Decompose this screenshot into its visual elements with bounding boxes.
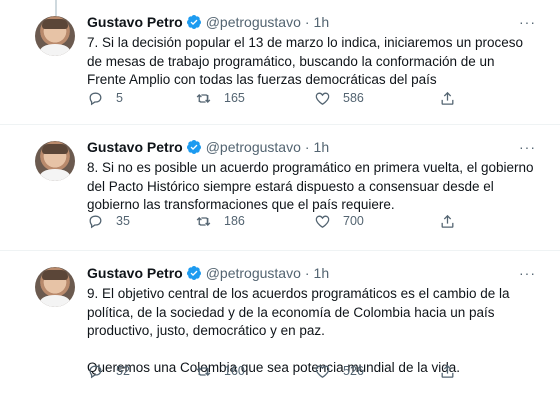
reply-button[interactable]: 35 <box>87 213 130 230</box>
retweet-icon <box>196 366 211 376</box>
tweet-paragraph: 8. Si no es posible un acuerdo programát… <box>87 160 534 213</box>
author-name[interactable]: Gustavo Petro <box>87 265 183 281</box>
verified-badge-icon <box>186 266 201 280</box>
reply-count: 52 <box>116 364 130 378</box>
heart-icon <box>315 215 330 228</box>
reply-bubble-icon <box>89 92 102 105</box>
tweet-timestamp[interactable]: 1h <box>314 14 330 30</box>
tweet[interactable]: Gustavo Petro @petrogustavo · 1h 8. Si n… <box>0 125 560 251</box>
separator-dot: · <box>304 14 310 30</box>
retweet-button[interactable]: 160 <box>195 363 245 380</box>
like-count: 586 <box>343 91 364 105</box>
like-button[interactable]: 700 <box>314 213 364 230</box>
reply-bubble-icon <box>89 365 102 378</box>
like-button[interactable]: 526 <box>314 363 364 380</box>
retweet-count: 160 <box>224 364 245 378</box>
share-icon <box>441 91 454 105</box>
share-button[interactable] <box>439 363 456 380</box>
more-options-icon[interactable]: ··· <box>519 264 536 282</box>
tweet-text: 9. El objetivo central de los acuerdos p… <box>87 285 534 377</box>
heart-icon <box>315 92 330 105</box>
author-name[interactable]: Gustavo Petro <box>87 14 183 30</box>
reply-bubble-icon <box>89 215 102 228</box>
author-handle[interactable]: @petrogustavo <box>206 139 301 155</box>
share-icon <box>441 214 454 228</box>
share-icon <box>441 364 454 378</box>
tweet-timestamp[interactable]: 1h <box>314 265 330 281</box>
avatar[interactable] <box>35 141 75 181</box>
share-button[interactable] <box>439 213 456 230</box>
like-count: 526 <box>343 364 364 378</box>
tweet-text: 7. Si la decisión popular el 13 de marzo… <box>87 34 534 90</box>
author-handle[interactable]: @petrogustavo <box>206 265 301 281</box>
tweet-paragraph: Queremos una Colombia que sea potencia m… <box>87 359 460 375</box>
tweet-header: Gustavo Petro @petrogustavo · 1h <box>87 264 534 282</box>
tweet-header: Gustavo Petro @petrogustavo · 1h <box>87 13 534 31</box>
like-button[interactable]: 586 <box>314 90 364 107</box>
avatar[interactable] <box>35 267 75 307</box>
tweet-header: Gustavo Petro @petrogustavo · 1h <box>87 138 534 156</box>
retweet-icon <box>196 216 211 226</box>
share-button[interactable] <box>439 90 456 107</box>
like-count: 700 <box>343 214 364 228</box>
more-options-icon[interactable]: ··· <box>519 138 536 156</box>
tweet-paragraph: 9. El objetivo central de los acuerdos p… <box>87 286 510 339</box>
tweet-text: 8. Si no es posible un acuerdo programát… <box>87 159 534 215</box>
retweet-button[interactable]: 186 <box>195 213 245 230</box>
separator-dot: · <box>304 265 310 281</box>
separator-dot: · <box>304 139 310 155</box>
thread-connector-line <box>55 0 57 16</box>
heart-icon <box>315 365 330 378</box>
reply-button[interactable]: 52 <box>87 363 130 380</box>
retweet-count: 186 <box>224 214 245 228</box>
reply-count: 5 <box>116 91 123 105</box>
tweet-paragraph: 7. Si la decisión popular el 13 de marzo… <box>87 35 523 88</box>
tweet[interactable]: Gustavo Petro @petrogustavo · 1h 7. Si l… <box>0 0 560 125</box>
retweet-icon <box>196 93 211 103</box>
tweet[interactable]: Gustavo Petro @petrogustavo · 1h 9. El o… <box>0 251 560 403</box>
reply-button[interactable]: 5 <box>87 90 123 107</box>
verified-badge-icon <box>186 140 201 154</box>
reply-count: 35 <box>116 214 130 228</box>
author-name[interactable]: Gustavo Petro <box>87 139 183 155</box>
author-handle[interactable]: @petrogustavo <box>206 14 301 30</box>
tweet-timestamp[interactable]: 1h <box>314 139 330 155</box>
avatar[interactable] <box>35 16 75 56</box>
retweet-count: 165 <box>224 91 245 105</box>
verified-badge-icon <box>186 15 201 29</box>
more-options-icon[interactable]: ··· <box>519 13 536 31</box>
retweet-button[interactable]: 165 <box>195 90 245 107</box>
